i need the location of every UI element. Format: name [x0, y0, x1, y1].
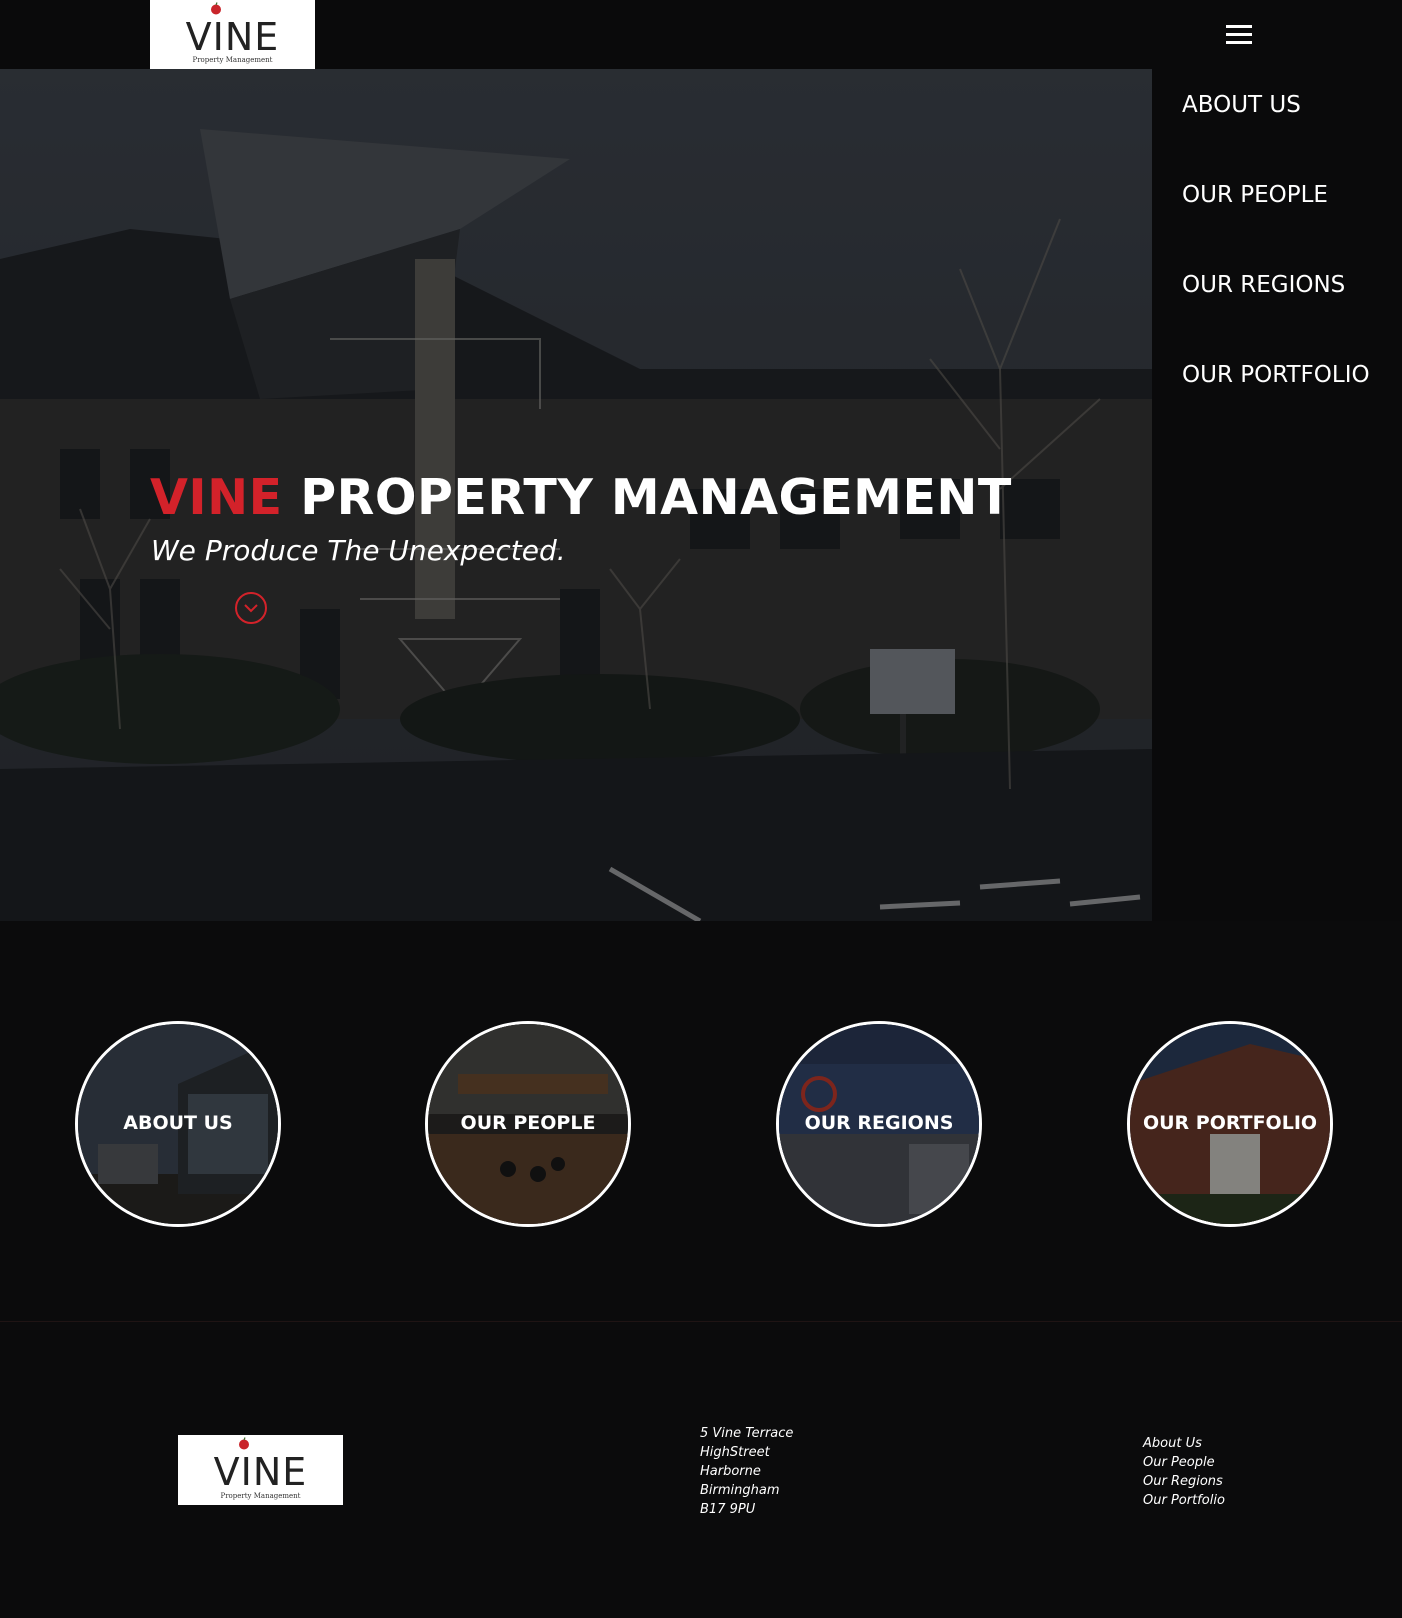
card-our-people-label: OUR PEOPLE	[460, 1112, 596, 1134]
hero-title: VINE PROPERTY MANAGEMENT	[150, 469, 1012, 526]
card-our-people[interactable]: OUR PEOPLE	[425, 1021, 631, 1227]
logo-subtitle: Property Management	[192, 56, 273, 64]
nav-item-our-regions[interactable]: OUR REGIONS	[1182, 272, 1345, 298]
hero-banner: VINE PROPERTY MANAGEMENT We Produce The …	[0, 69, 1152, 921]
hamburger-menu-icon[interactable]	[1226, 24, 1252, 46]
card-our-regions-label: OUR REGIONS	[804, 1112, 954, 1134]
section-divider	[0, 1321, 1402, 1322]
nav-item-our-portfolio[interactable]: OUR PORTFOLIO	[1182, 362, 1370, 388]
footer-logo[interactable]: VINE Property Management	[178, 1435, 343, 1505]
nav-item-about-us[interactable]: ABOUT US	[1182, 92, 1301, 118]
address-line: HighStreet	[700, 1445, 770, 1460]
hero-title-rest: PROPERTY MANAGEMENT	[300, 469, 1012, 526]
card-our-portfolio[interactable]: OUR PORTFOLIO	[1127, 1021, 1333, 1227]
card-our-portfolio-label: OUR PORTFOLIO	[1142, 1112, 1318, 1134]
apple-icon	[211, 2, 221, 15]
address-line: B17 9PU	[700, 1502, 756, 1517]
scroll-down-button[interactable]	[235, 592, 267, 624]
hero-title-accent: VINE	[150, 469, 283, 526]
hero-tagline: We Produce The Unexpected.	[151, 534, 566, 567]
footer-link-about-us[interactable]: About Us	[1143, 1434, 1225, 1453]
side-nav-menu: ABOUT US OUR PEOPLE OUR REGIONS OUR PORT…	[1152, 69, 1402, 921]
card-about-us-label: ABOUT US	[123, 1112, 233, 1134]
chevron-down-icon	[244, 604, 258, 613]
footer-address: 5 Vine Terrace HighStreet Harborne Birmi…	[700, 1424, 793, 1519]
footer-link-our-people[interactable]: Our People	[1143, 1453, 1225, 1472]
card-about-us[interactable]: ABOUT US	[75, 1021, 281, 1227]
footer-links: About Us Our People Our Regions Our Port…	[1143, 1434, 1225, 1510]
address-line: Birmingham	[700, 1483, 780, 1498]
card-our-regions[interactable]: OUR REGIONS	[776, 1021, 982, 1227]
apple-icon	[239, 1437, 249, 1450]
footer-logo-wordmark: VINE	[213, 1450, 308, 1494]
site-header: VINE Property Management	[0, 0, 1402, 69]
site-logo[interactable]: VINE Property Management	[150, 0, 315, 69]
address-line: 5 Vine Terrace	[700, 1426, 794, 1441]
footer-logo-subtitle: Property Management	[220, 1492, 301, 1500]
logo-wordmark: VINE	[185, 15, 280, 59]
footer-link-our-regions[interactable]: Our Regions	[1143, 1472, 1225, 1491]
address-line: Harborne	[700, 1464, 761, 1479]
nav-item-our-people[interactable]: OUR PEOPLE	[1182, 182, 1328, 208]
footer-link-our-portfolio[interactable]: Our Portfolio	[1143, 1491, 1225, 1510]
